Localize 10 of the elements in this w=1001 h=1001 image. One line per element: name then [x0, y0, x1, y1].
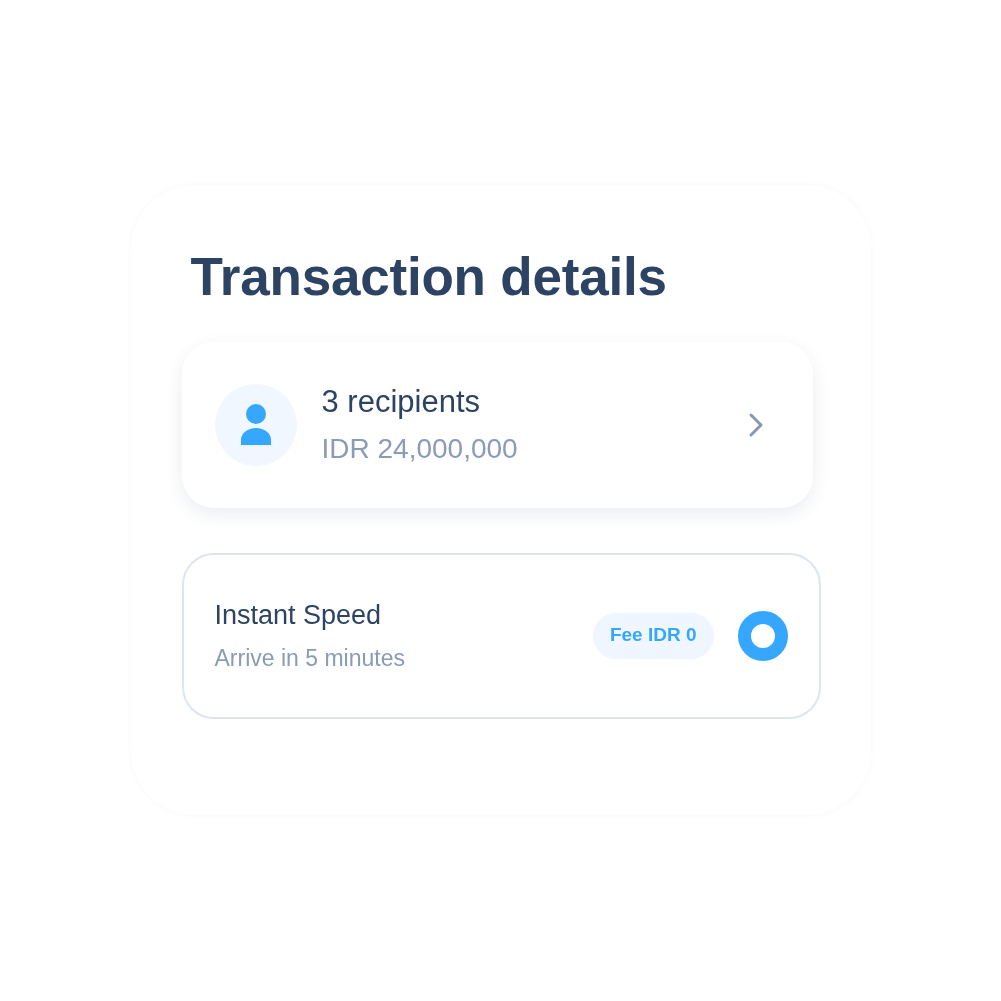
- person-icon: [214, 383, 297, 466]
- fee-badge: Fee IDR 0: [592, 612, 714, 659]
- chevron-right-icon: [747, 411, 764, 438]
- recipients-count: 3 recipients: [321, 383, 482, 421]
- total-amount: IDR 24,000,000: [321, 432, 519, 466]
- speed-option-card[interactable]: Instant Speed Arrive in 5 minutes Fee IDR 0: [181, 552, 821, 719]
- arrival-time: Arrive in 5 minutes: [214, 645, 406, 673]
- option-name: Instant Speed: [214, 598, 383, 631]
- page-title: Transaction details: [190, 246, 668, 308]
- recipients-card[interactable]: 3 recipients IDR 24,000,000: [181, 341, 813, 508]
